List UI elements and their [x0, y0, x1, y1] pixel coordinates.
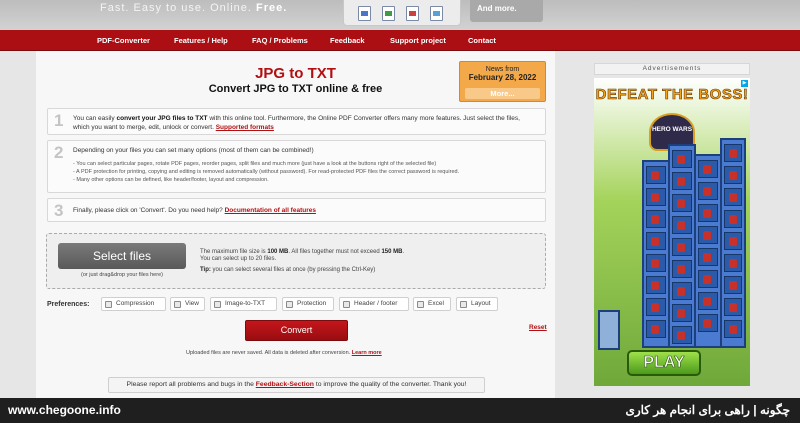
nav-features-help[interactable]: Features / Help [174, 36, 228, 45]
main-panel [36, 51, 555, 398]
ad-tower [642, 160, 670, 348]
lock-icon [286, 301, 293, 308]
report-bugs-box: Please report all problems and bugs in t… [108, 377, 485, 393]
and-more-box[interactable]: And more. [470, 0, 543, 22]
file-dropzone[interactable]: Select files (or just drag&drop your fil… [46, 233, 546, 289]
news-date: February 28, 2022 [468, 73, 537, 82]
nav-faq-problems[interactable]: FAQ / Problems [252, 36, 308, 45]
pref-image-to-txt-button[interactable]: Image-to-TXT [210, 297, 277, 311]
header-footer-icon [343, 301, 350, 308]
pref-layout-button[interactable]: Layout [456, 297, 498, 311]
pref-protection-button[interactable]: Protection [282, 297, 334, 311]
ad-tower [598, 310, 620, 350]
step-number: 1 [54, 111, 64, 130]
pref-compression-button[interactable]: Compression [101, 297, 166, 311]
step-3: 3 Finally, please click on 'Convert'. Do… [47, 198, 546, 222]
top-banner: Fast. Easy to use. Online. Free. And mor… [0, 0, 800, 30]
step-1-text: You can easily convert your JPG files to… [73, 115, 520, 131]
compression-icon [105, 301, 112, 308]
preferences-label: Preferences: [47, 301, 90, 308]
pref-header-footer-button[interactable]: Header / footer [339, 297, 409, 311]
reset-link[interactable]: Reset [529, 324, 547, 331]
feedback-section-link[interactable]: Feedback-Section [256, 381, 314, 388]
excel-icon [417, 301, 424, 308]
news-label: News from [485, 66, 520, 73]
learn-more-link[interactable]: Learn more [352, 350, 382, 356]
main-nav: PDF-Converter Features / Help FAQ / Prob… [0, 30, 800, 51]
step-2-bullet: - You can select particular pages, rotat… [73, 161, 437, 167]
pref-view-button[interactable]: View [170, 297, 205, 311]
documentation-link[interactable]: Documentation of all features [225, 207, 316, 214]
ad-play-button[interactable]: PLAY [627, 350, 701, 376]
advertisements-label: Advertisements [594, 63, 750, 75]
image-file-icon [430, 6, 443, 21]
layout-icon [460, 301, 467, 308]
image-icon [214, 301, 221, 308]
nav-support-project[interactable]: Support project [390, 36, 446, 45]
max-files-info: You can select up to 20 files. [200, 256, 277, 262]
pdf-file-icon [406, 6, 419, 21]
step-1: 1 You can easily convert your JPG files … [47, 108, 546, 135]
view-icon [174, 301, 181, 308]
footer-site: www.chegoone.info [8, 403, 121, 417]
watermark-footer: www.chegoone.info چگونه | راهی برای انجا… [0, 398, 800, 423]
max-size-info: The maximum file size is 100 MB. All fil… [200, 249, 405, 255]
advertisement-banner[interactable]: ▶ DEFEAT THE BOSS! HERO WARS PLAY [594, 78, 750, 386]
ad-tower [668, 144, 696, 348]
footer-persian-slogan: چگونه | راهی برای انجام هر کاری [625, 403, 790, 417]
excel-file-icon [382, 6, 395, 21]
nav-feedback[interactable]: Feedback [330, 36, 365, 45]
drag-drop-hint: (or just drag&drop your files here) [81, 272, 163, 278]
step-2-bullet: - A PDF protection for printing, copying… [73, 169, 460, 175]
step-number: 2 [54, 143, 64, 162]
ad-tower [720, 138, 746, 348]
ad-tower [694, 154, 722, 348]
step-2-text: Depending on your files you can set many… [73, 147, 314, 154]
news-more-button[interactable]: More... [465, 88, 540, 99]
tagline: Fast. Easy to use. Online. Free. [100, 2, 288, 14]
tip-info: Tip: you can select several files at onc… [200, 267, 376, 273]
convert-button[interactable]: Convert [245, 320, 348, 341]
word-file-icon [358, 6, 371, 21]
ad-title: DEFEAT THE BOSS! [595, 86, 749, 104]
step-number: 3 [54, 201, 64, 220]
privacy-notice: Uploaded files are never saved. All data… [186, 350, 382, 356]
select-files-button[interactable]: Select files [58, 243, 186, 269]
step-2: 2 Depending on your files you can set ma… [47, 140, 546, 193]
step-2-bullet: - Many other options can be defined, lik… [73, 177, 269, 183]
nav-contact[interactable]: Contact [468, 36, 496, 45]
format-icons-box [343, 0, 461, 26]
supported-formats-link[interactable]: Supported formats [216, 124, 274, 131]
pref-excel-button[interactable]: Excel [413, 297, 451, 311]
news-box: News from February 28, 2022 More... [459, 61, 546, 102]
nav-pdf-converter[interactable]: PDF-Converter [97, 36, 150, 45]
step-3-text: Finally, please click on 'Convert'. Do y… [73, 207, 316, 214]
